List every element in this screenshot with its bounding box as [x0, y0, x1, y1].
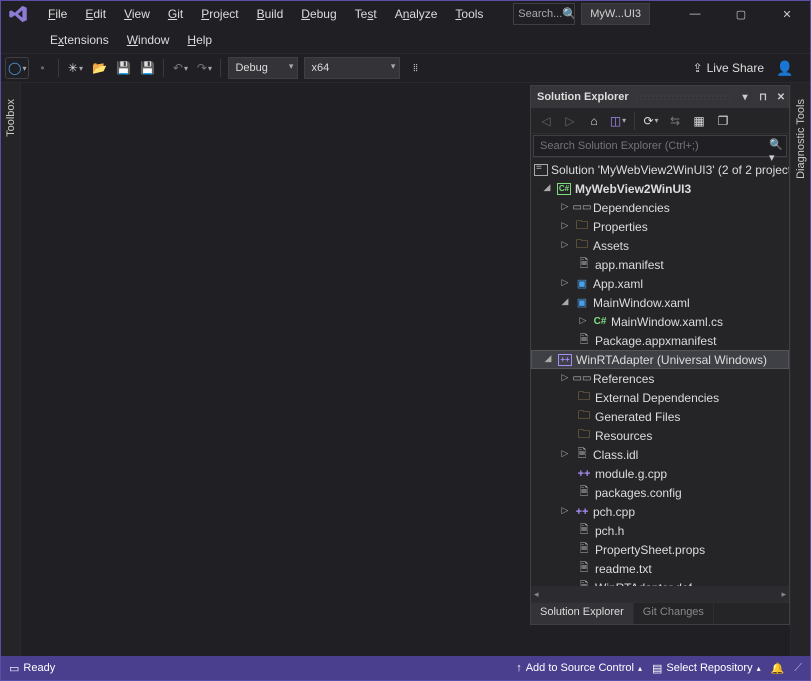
- package-appxmanifest-file[interactable]: 🗎Package.appxmanifest: [531, 331, 789, 350]
- save-all-button[interactable]: 💾: [136, 57, 158, 79]
- properties-node[interactable]: ▷🗀Properties: [531, 217, 789, 236]
- se-home-icon[interactable]: ⌂: [583, 110, 605, 132]
- se-sync-icon[interactable]: ⟳: [640, 110, 662, 132]
- add-source-control-button[interactable]: ↑Add to Source Control ▴: [516, 662, 642, 674]
- menu-git[interactable]: Git: [159, 4, 192, 24]
- undo-button[interactable]: ↶: [169, 57, 191, 79]
- solution-node[interactable]: Solution 'MyWebView2WinUI3' (2 of 2 proj…: [531, 160, 789, 179]
- project-node-1[interactable]: ◢C#MyWebView2WinUI3: [531, 179, 789, 198]
- overflow-icon[interactable]: ⦙⦙: [404, 57, 426, 79]
- se-search-input[interactable]: [533, 135, 787, 157]
- maximize-button[interactable]: ▢: [718, 1, 764, 27]
- solution-explorer-search[interactable]: 🔍▾: [531, 134, 789, 158]
- se-filter-icon[interactable]: ⇆: [664, 110, 686, 132]
- tab-solution-explorer[interactable]: Solution Explorer: [531, 603, 634, 624]
- se-forward-icon[interactable]: ▷: [559, 110, 581, 132]
- mainwindow-xaml-file[interactable]: ◢▣MainWindow.xaml: [531, 293, 789, 312]
- se-switch-view-icon[interactable]: ◫: [607, 110, 629, 132]
- packages-config-file[interactable]: 🗎packages.config: [531, 483, 789, 502]
- menu-build[interactable]: Build: [248, 4, 293, 24]
- config-dropdown[interactable]: Debug: [228, 57, 298, 79]
- se-properties-icon[interactable]: ❐: [712, 110, 734, 132]
- app-xaml-file[interactable]: ▷▣App.xaml: [531, 274, 789, 293]
- window-menu-icon[interactable]: ▾: [737, 89, 753, 105]
- menu-test[interactable]: Test: [346, 4, 386, 24]
- save-button[interactable]: 💾: [112, 57, 134, 79]
- pch-cpp-file[interactable]: ▷++pch.cpp: [531, 502, 789, 521]
- menu-help[interactable]: Help: [178, 30, 221, 50]
- diagnostic-tools-tab[interactable]: Diagnostic Tools: [795, 93, 807, 185]
- menu-view[interactable]: View: [115, 4, 159, 24]
- pch-h-file[interactable]: 🗎pch.h: [531, 521, 789, 540]
- menu-file[interactable]: File: [39, 4, 76, 24]
- solution-explorer-toolbar: ◁ ▷ ⌂ ◫ ⟳ ⇆ ▦ ❐: [531, 108, 789, 134]
- toolbox-tab[interactable]: Toolbox: [5, 93, 17, 143]
- tab-git-changes[interactable]: Git Changes: [634, 603, 714, 624]
- dependencies-node[interactable]: ▷▭▭Dependencies: [531, 198, 789, 217]
- horizontal-scrollbar[interactable]: ◂▸: [531, 586, 789, 602]
- live-share-button[interactable]: ⇪ Live Share: [693, 61, 764, 75]
- menu-project[interactable]: Project: [192, 4, 247, 24]
- se-show-all-icon[interactable]: ▦: [688, 110, 710, 132]
- close-button[interactable]: ✕: [764, 1, 810, 27]
- menu-edit[interactable]: Edit: [76, 4, 115, 24]
- external-deps-node[interactable]: 🗀External Dependencies: [531, 388, 789, 407]
- bell-icon[interactable]: 🔔: [771, 662, 785, 675]
- resources-node[interactable]: 🗀Resources: [531, 426, 789, 445]
- account-icon[interactable]: 👤: [774, 57, 796, 79]
- vs-logo-icon: [7, 3, 29, 25]
- solution-explorer-title[interactable]: Solution Explorer ▾ ⊓ ✕: [531, 86, 789, 108]
- winrt-def-file[interactable]: 🗎WinRTAdapter.def: [531, 578, 789, 586]
- resize-grip-icon: ⟋: [794, 662, 802, 675]
- left-dock: Toolbox: [1, 83, 21, 656]
- menu-debug[interactable]: Debug: [292, 4, 345, 24]
- mainwindow-cs-file[interactable]: ▷C#MainWindow.xaml.cs: [531, 312, 789, 331]
- right-dock: Diagnostic Tools: [790, 83, 810, 656]
- upload-icon: ↑: [516, 662, 522, 674]
- redo-button[interactable]: ↷: [193, 57, 215, 79]
- references-node[interactable]: ▷▭▭References: [531, 369, 789, 388]
- class-idl-file[interactable]: ▷🗎Class.idl: [531, 445, 789, 464]
- live-share-icon: ⇪: [693, 61, 703, 75]
- app-manifest-file[interactable]: 🗎app.manifest: [531, 255, 789, 274]
- tool-window-tabs: Solution Explorer Git Changes: [531, 602, 789, 624]
- solution-explorer-window: Solution Explorer ▾ ⊓ ✕ ◁ ▷ ⌂ ◫ ⟳ ⇆ ▦ ❐ …: [530, 85, 790, 625]
- menu-analyze[interactable]: Analyze: [386, 4, 447, 24]
- repo-icon: ▤: [652, 662, 662, 675]
- project-node-2[interactable]: ◢++WinRTAdapter (Universal Windows): [531, 350, 789, 369]
- search-box[interactable]: Search...🔍: [513, 3, 575, 25]
- se-search-icon[interactable]: 🔍▾: [769, 138, 785, 154]
- select-repo-button[interactable]: ▤Select Repository ▴: [652, 662, 761, 675]
- assets-node[interactable]: ▷🗀Assets: [531, 236, 789, 255]
- forward-nav-button[interactable]: •: [31, 57, 53, 79]
- readme-file[interactable]: 🗎readme.txt: [531, 559, 789, 578]
- status-bar: ▭Ready ↑Add to Source Control ▴ ▤Select …: [1, 656, 810, 680]
- module-g-cpp-file[interactable]: ++module.g.cpp: [531, 464, 789, 483]
- generated-files-node[interactable]: 🗀Generated Files: [531, 407, 789, 426]
- back-nav-button[interactable]: ◯: [5, 57, 29, 79]
- status-ready: ▭Ready: [9, 662, 55, 675]
- solution-tree[interactable]: Solution 'MyWebView2WinUI3' (2 of 2 proj…: [531, 158, 789, 586]
- menu-extensions[interactable]: Extensions: [41, 30, 118, 50]
- close-panel-icon[interactable]: ✕: [773, 89, 789, 105]
- pin-icon[interactable]: ⊓: [755, 89, 771, 105]
- se-back-icon[interactable]: ◁: [535, 110, 557, 132]
- main-toolbar: ◯ • ✳ 📂 💾 💾 ↶ ↷ Debug x64 ⦙⦙ ⇪ Live Shar…: [1, 53, 810, 83]
- output-icon: ▭: [9, 662, 19, 675]
- propsheet-file[interactable]: 🗎PropertySheet.props: [531, 540, 789, 559]
- open-button[interactable]: 📂: [88, 57, 110, 79]
- new-item-button[interactable]: ✳: [64, 57, 86, 79]
- solution-name[interactable]: MyW...UI3: [581, 3, 650, 25]
- minimize-button[interactable]: —: [672, 1, 718, 27]
- menu-window[interactable]: Window: [118, 30, 179, 50]
- platform-dropdown[interactable]: x64: [304, 57, 400, 79]
- menu-tools[interactable]: Tools: [446, 4, 492, 24]
- title-bar: File Edit View Git Project Build Debug T…: [1, 1, 810, 53]
